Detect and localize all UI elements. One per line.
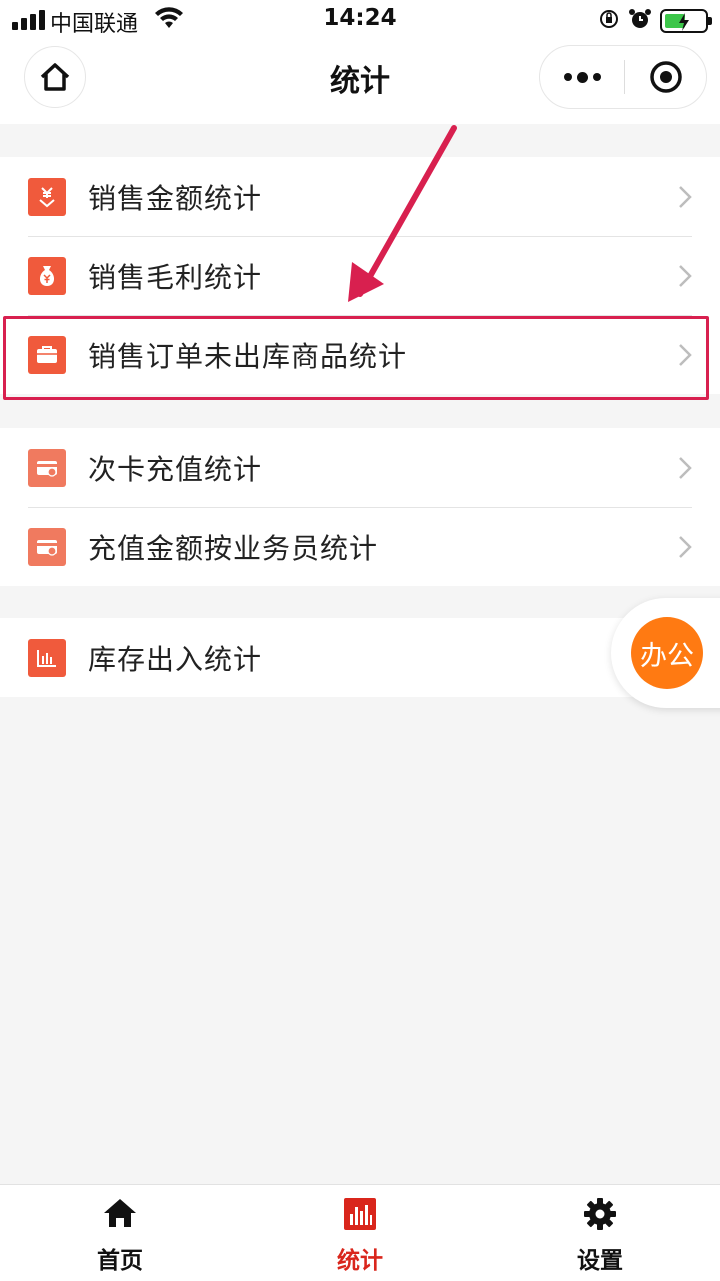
tab-bar: 首页 统计 设置 [0,1184,720,1281]
card-icon [28,528,66,566]
list-item-label: 销售毛利统计 [88,260,263,294]
list-item-unshipped-orders[interactable]: 销售订单未出库商品统计 [0,315,720,394]
list-item-label: 次卡充值统计 [88,452,263,486]
chevron-right-icon [678,456,692,484]
chevron-right-icon [678,185,692,213]
close-miniprogram-button[interactable] [625,46,707,108]
tab-label: 首页 [97,1248,143,1274]
rotation-lock-icon [598,8,620,34]
more-options-button[interactable] [540,46,624,108]
tab-statistics[interactable]: 统计 [240,1185,480,1281]
floating-office-button[interactable]: 办公 [611,598,720,708]
chevron-right-icon [678,535,692,563]
list-item-card-recharge[interactable]: 次卡充值统计 [0,428,720,507]
status-bar: 中国联通 14:24 [0,0,720,40]
list-item-label: 销售订单未出库商品统计 [88,339,408,373]
target-icon [650,61,682,93]
card-icon [28,449,66,487]
list-item-recharge-by-salesperson[interactable]: 充值金额按业务员统计 [0,507,720,586]
stats-group-recharge: 次卡充值统计 充值金额按业务员统计 [0,428,720,586]
header: 中国联通 14:24 统计 [0,0,720,124]
chevron-right-icon [678,343,692,371]
box-icon [28,336,66,374]
chevron-right-icon [678,264,692,292]
money-bag-icon [28,257,66,295]
yen-arrow-icon [28,178,66,216]
tab-settings[interactable]: 设置 [480,1185,720,1281]
tab-label: 统计 [337,1248,383,1274]
tab-label: 设置 [577,1248,623,1274]
office-button-label: 办公 [631,617,703,689]
list-item-label: 充值金额按业务员统计 [88,531,379,565]
menu-capsule [539,45,707,109]
gear-icon [584,1198,616,1230]
alarm-icon [628,7,652,35]
list-item-label: 库存出入统计 [88,642,263,676]
tab-home[interactable]: 首页 [0,1185,240,1281]
bar-chart-icon [344,1198,376,1230]
battery-icon [660,9,712,33]
list-item-label: 销售金额统计 [88,181,263,215]
home-icon [104,1199,136,1227]
bar-chart-icon [28,639,66,677]
pointer-arrow-icon [348,125,457,302]
